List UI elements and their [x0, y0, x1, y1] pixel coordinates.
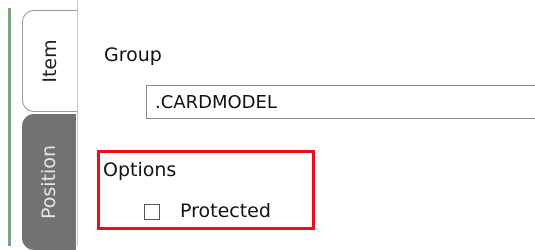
tab-item[interactable]: Item	[22, 10, 77, 112]
tab-position[interactable]: Position	[22, 114, 76, 250]
protected-checkbox[interactable]	[144, 204, 160, 220]
item-panel: Group .CARDMODEL Options Protected	[77, 0, 535, 246]
protected-label[interactable]: Protected	[180, 200, 271, 222]
panel-edge	[8, 8, 11, 246]
group-field[interactable]: .CARDMODEL	[146, 85, 535, 119]
group-label: Group	[104, 44, 162, 66]
options-label: Options	[103, 159, 177, 181]
tab-item-label: Item	[39, 39, 61, 83]
group-value: .CARDMODEL	[155, 92, 277, 113]
tab-position-label: Position	[38, 145, 60, 219]
